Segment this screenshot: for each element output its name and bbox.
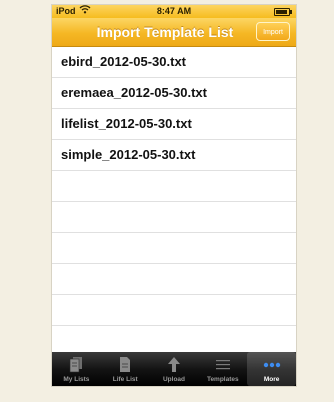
empty-row [52,233,296,264]
tab-label: My Lists [63,376,90,383]
list-icon [198,356,247,373]
upload-arrow-icon [150,356,199,373]
document-stack-icon [52,356,101,373]
more-dots-icon [247,356,296,373]
tab-label: Life List [112,376,138,383]
tab-bar: My Lists Life List Upload Templates More [52,352,296,386]
tab-templates[interactable]: Templates [198,352,247,386]
status-bar: iPod 8:47 AM [52,5,296,18]
list-item[interactable]: simple_2012-05-30.txt [52,140,296,171]
empty-row [52,171,296,202]
empty-row [52,295,296,326]
navigation-bar: Import Template List Import [52,18,296,47]
battery-icon [274,8,292,16]
tab-upload[interactable]: Upload [150,352,199,386]
empty-row [52,202,296,233]
list-item[interactable]: ebird_2012-05-30.txt [52,47,296,78]
page-title: Import Template List [96,24,234,40]
import-button[interactable]: Import [256,22,290,41]
tab-more[interactable]: More [247,352,296,386]
file-list: ebird_2012-05-30.txt eremaea_2012-05-30.… [52,47,296,326]
phone-screen: iPod 8:47 AM Import Template List Import… [51,4,297,387]
tab-life-list[interactable]: Life List [101,352,150,386]
tab-label: Templates [206,376,239,383]
list-item[interactable]: eremaea_2012-05-30.txt [52,78,296,109]
list-item[interactable]: lifelist_2012-05-30.txt [52,109,296,140]
empty-row [52,264,296,295]
status-time: 8:47 AM [156,6,192,16]
tab-label: Upload [162,376,185,383]
tab-label: More [263,376,280,383]
tab-my-lists[interactable]: My Lists [52,352,101,386]
document-icon [101,356,150,373]
